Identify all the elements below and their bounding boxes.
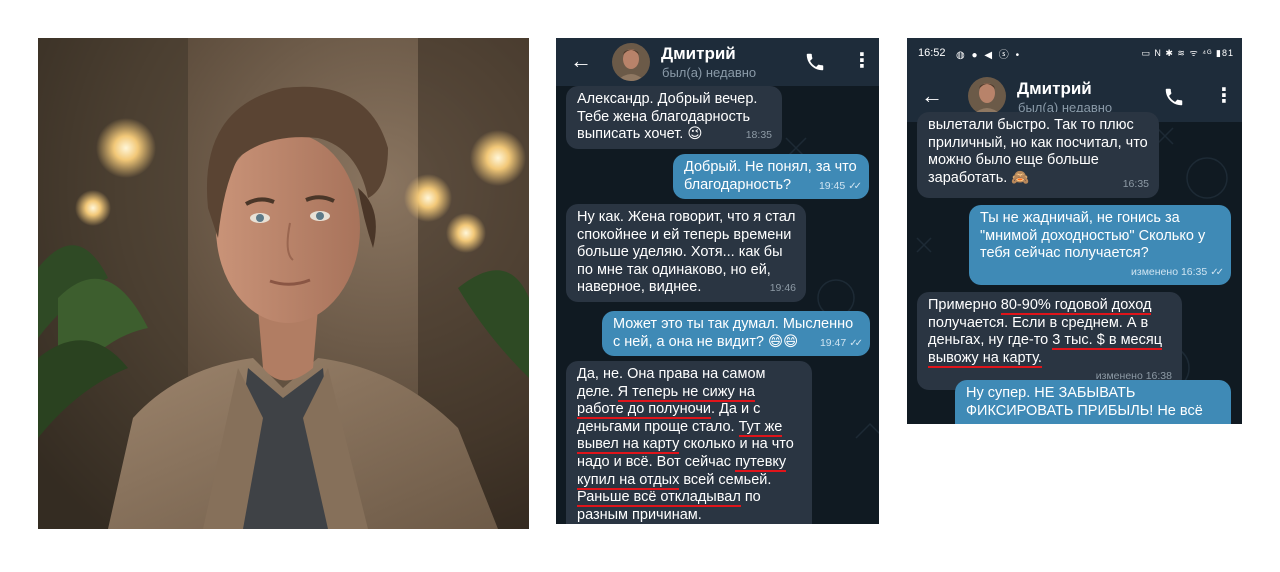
- phone-icon[interactable]: [804, 51, 826, 73]
- outgoing-message[interactable]: Может это ты так думал. Мысленно с ней, …: [602, 311, 870, 357]
- message-text: Примерно 80-90% годовой доход получается…: [928, 297, 1162, 366]
- message-timestamp: 19:45 ✓✓: [818, 178, 862, 196]
- message-timestamp: 16:35: [1123, 176, 1149, 194]
- back-arrow-icon[interactable]: ←: [570, 48, 592, 74]
- message-text: Александр. Добрый вечер. Тебе жена благо…: [577, 91, 758, 143]
- message-list: Александр. Добрый вечер. Тебе жена благо…: [556, 86, 879, 524]
- portrait-photo: [38, 38, 529, 529]
- message-text: Может это ты так думал. Мысленно с ней, …: [613, 316, 854, 350]
- message-text: Ну как. Жена говорит, что я стал спокойн…: [577, 209, 796, 296]
- timestamp-text: 16:35: [1122, 178, 1149, 191]
- outgoing-message[interactable]: Ты не жадничай, не гонись за "мнимой дох…: [969, 205, 1231, 286]
- outgoing-message[interactable]: Ну супер. НЕ ЗАБЫВАТЬ ФИКСИРОВАТЬ ПРИБЫЛ…: [955, 380, 1231, 424]
- message-text-part: всей семьей.: [679, 471, 772, 488]
- contact-name[interactable]: Дмитрий: [661, 44, 736, 64]
- timestamp-text: 19:45: [818, 179, 846, 192]
- contact-name[interactable]: Дмитрий: [1017, 79, 1092, 99]
- more-vert-icon[interactable]: ⋮: [852, 48, 872, 73]
- incoming-message[interactable]: Александр. Добрый вечер. Тебе жена благо…: [566, 86, 782, 149]
- contact-avatar[interactable]: [968, 77, 1006, 115]
- incoming-message[interactable]: Да, не. Она права на самом деле. Я тепер…: [566, 361, 812, 524]
- message-timestamp: изменено 16:35 ✓✓: [1131, 264, 1224, 282]
- notification-icons: ◍ ● ◀ ⓢ •: [956, 50, 1022, 61]
- more-vert-icon[interactable]: ⋮: [1214, 83, 1234, 108]
- chat-header: ← Дмитрий был(а) недавно ⋮: [556, 38, 879, 86]
- message-text-part: Примерно: [928, 297, 1001, 313]
- incoming-message[interactable]: Примерно 80-90% годовой доход получается…: [917, 292, 1182, 390]
- timestamp-text: 19:46: [769, 282, 796, 295]
- back-arrow-icon[interactable]: ←: [921, 83, 943, 109]
- outgoing-message[interactable]: Добрый. Не понял, за что благодарность? 1…: [673, 154, 869, 200]
- message-list: вылетали быстро. Так то плюс приличный, …: [907, 112, 1242, 424]
- message-timestamp: 19:46: [770, 280, 796, 298]
- message-timestamp: 19:47 ✓✓: [819, 335, 863, 353]
- timestamp-text: изменено 16:35: [1131, 265, 1208, 278]
- status-time: 16:52: [918, 47, 946, 59]
- message-text: Да, не. Она права на самом деле. Я тепер…: [577, 366, 794, 523]
- timestamp-text: 19:47: [819, 336, 847, 349]
- chat-screenshot-2: 16:52 ◍ ● ◀ ⓢ • ▭ N ✱ ≋ ᯤ ⁴ᴳ ▮81 ← Дмитр…: [907, 38, 1242, 424]
- double-check-icon: ✓✓: [1210, 266, 1224, 278]
- contact-status: был(а) недавно: [662, 65, 757, 80]
- incoming-message[interactable]: Ну как. Жена говорит, что я стал спокойн…: [566, 204, 806, 302]
- message-timestamp: 18:35: [746, 127, 772, 145]
- message-text: вылетали быстро. Так то плюс приличный, …: [928, 117, 1148, 186]
- message-text: Ну супер. НЕ ЗАБЫВАТЬ ФИКСИРОВАТЬ ПРИБЫЛ…: [966, 385, 1203, 419]
- red-underlined-text: Раньше всё откладывал: [577, 489, 741, 506]
- chat-screenshot-1: ← Дмитрий был(а) недавно ⋮ Александр. До…: [556, 38, 879, 524]
- phone-icon[interactable]: [1163, 86, 1185, 108]
- double-check-icon: ✓✓: [848, 180, 862, 192]
- red-underlined-text: 80-90% годовой доход: [1000, 297, 1152, 313]
- contact-avatar[interactable]: [612, 43, 650, 81]
- double-check-icon: ✓✓: [849, 337, 863, 349]
- timestamp-text: 18:35: [745, 129, 772, 142]
- incoming-message[interactable]: вылетали быстро. Так то плюс приличный, …: [917, 112, 1159, 198]
- phone-status-bar: 16:52 ◍ ● ◀ ⓢ • ▭ N ✱ ≋ ᯤ ⁴ᴳ ▮81: [907, 38, 1242, 70]
- system-icons: ▭ N ✱ ≋ ᯤ ⁴ᴳ ▮81: [1141, 48, 1234, 58]
